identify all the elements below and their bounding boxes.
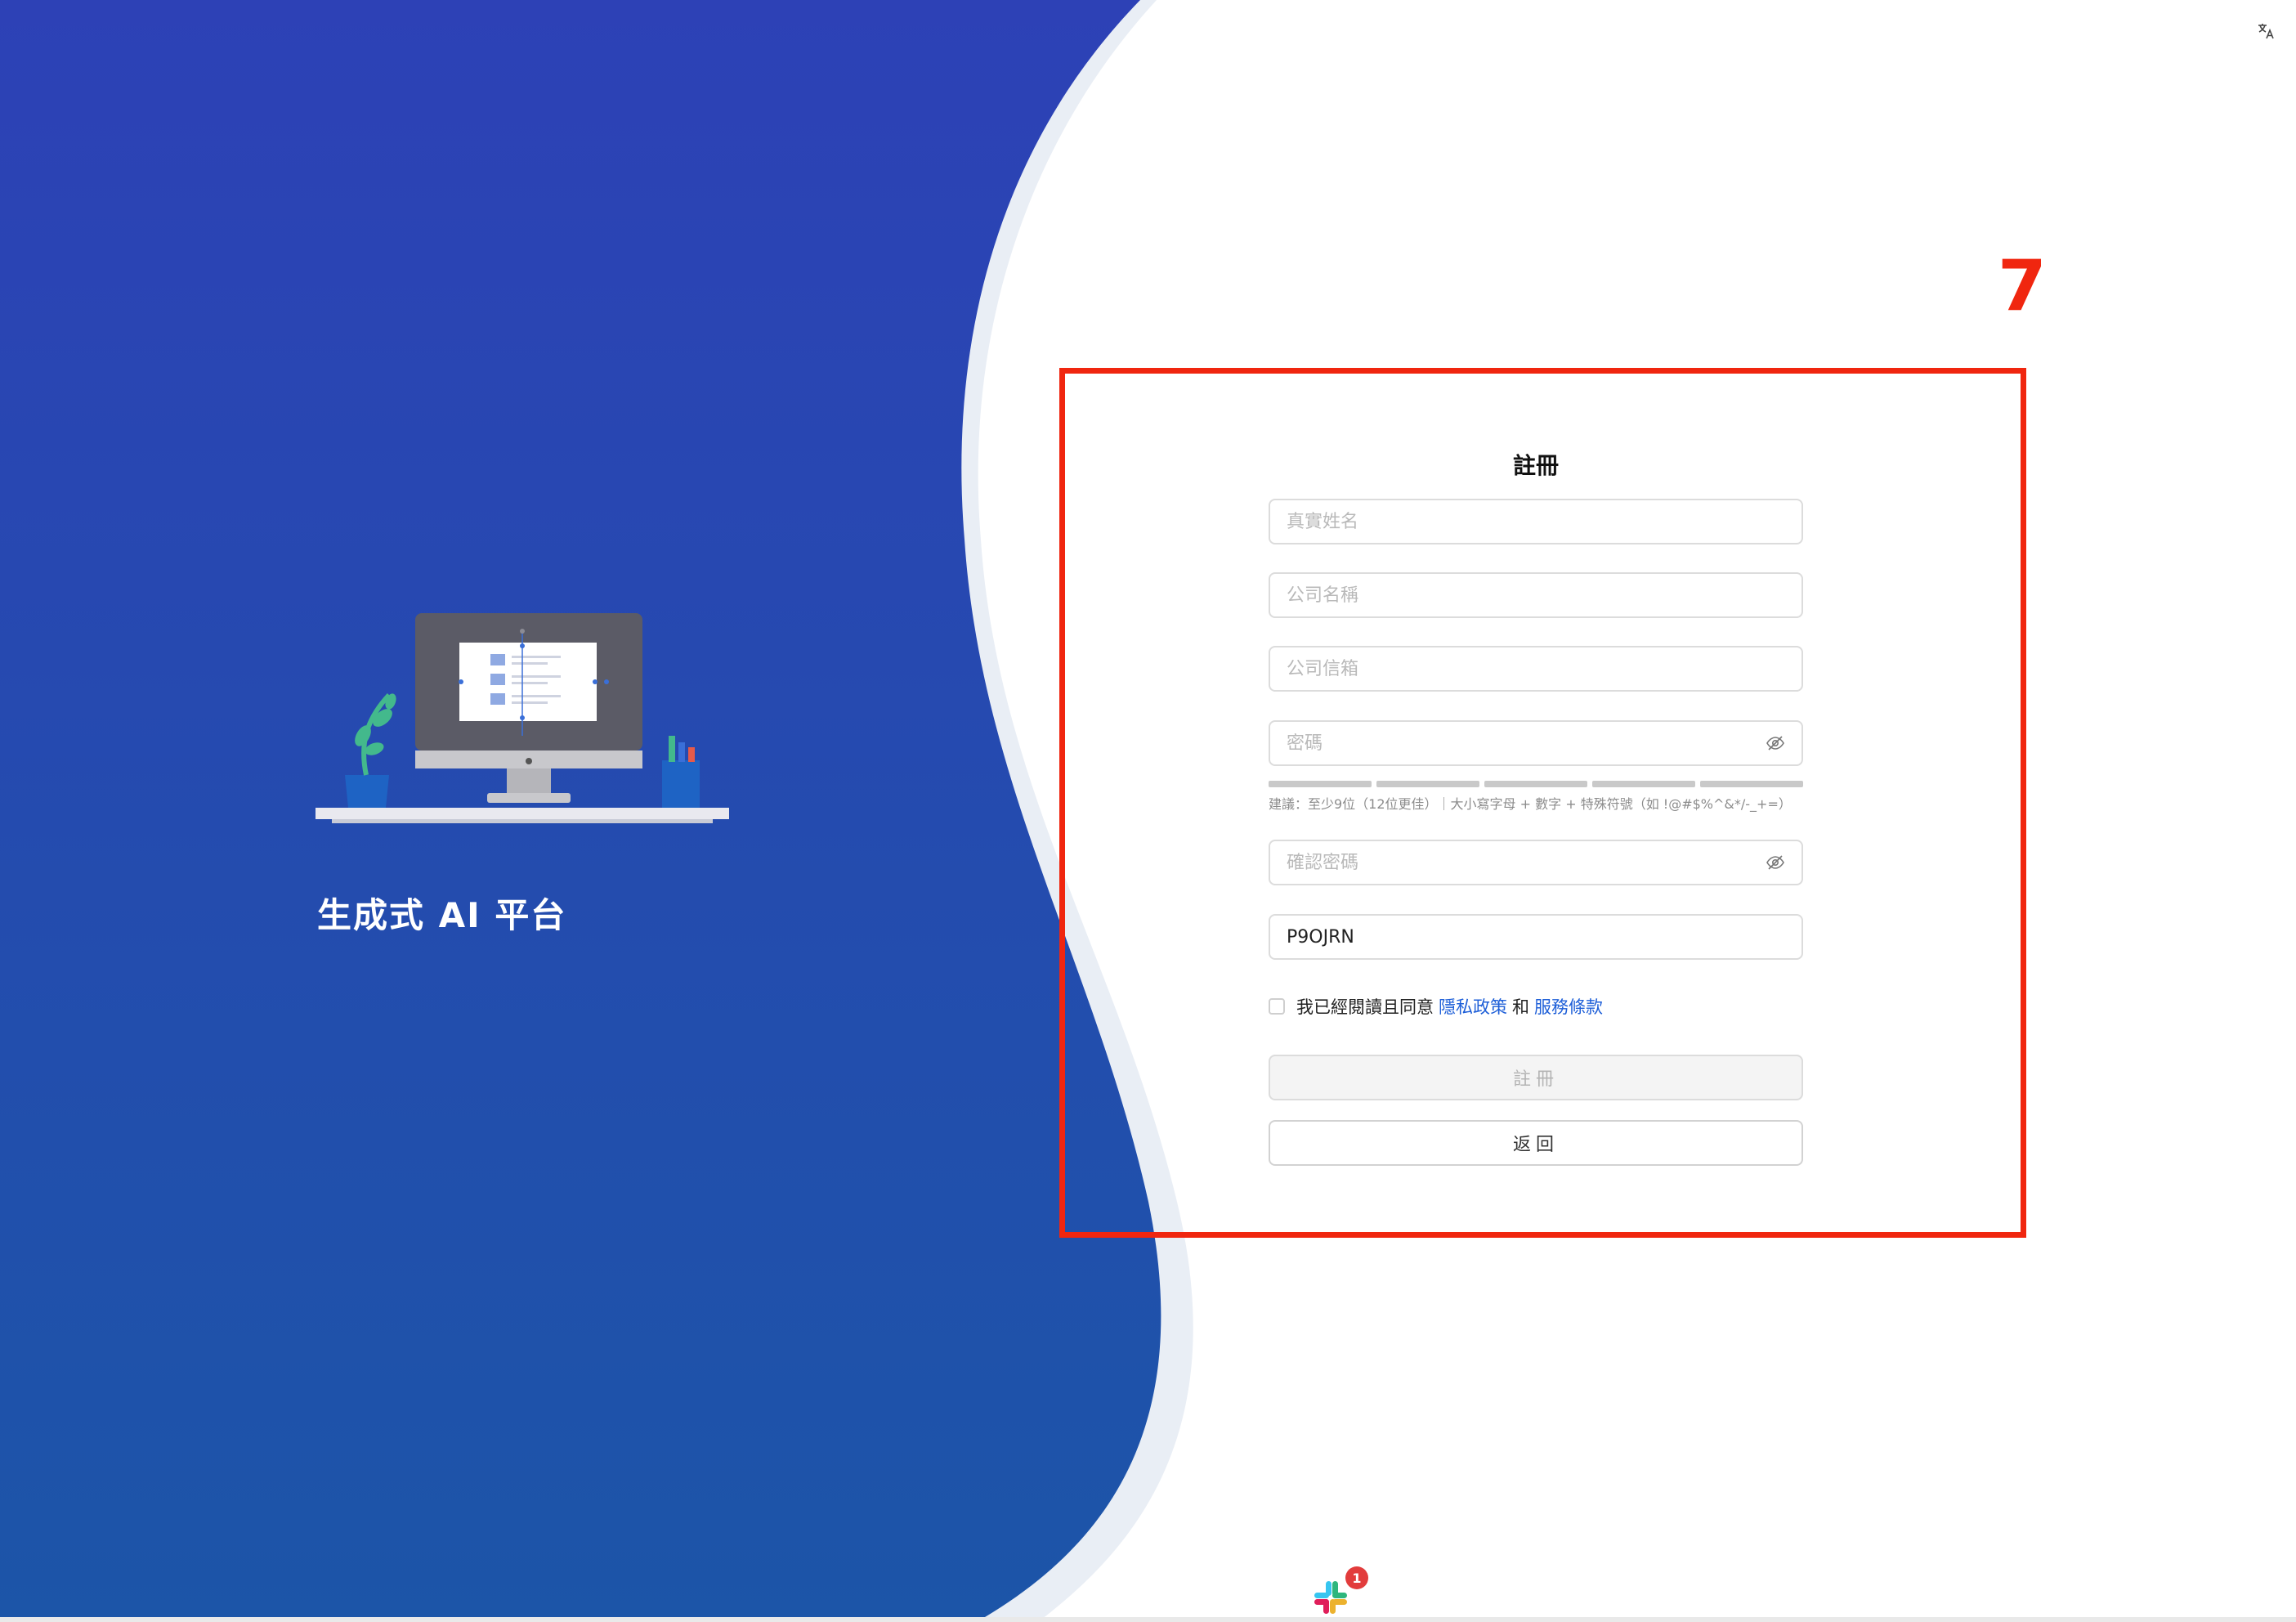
notification-badge: 1: [1345, 1566, 1368, 1589]
company-email-field[interactable]: [1269, 646, 1803, 692]
invite-code-input[interactable]: [1285, 915, 1787, 959]
password-field[interactable]: [1269, 720, 1803, 766]
eye-off-icon[interactable]: [1764, 851, 1787, 874]
eye-off-icon[interactable]: [1764, 732, 1787, 755]
agree-terms-row: 我已經閱讀且同意 隱私政策 和 服務條款: [1269, 994, 1608, 1019]
strength-bar: [1592, 781, 1695, 787]
agree-prefix-text: 我已經閱讀且同意: [1296, 997, 1434, 1017]
agree-checkbox[interactable]: [1269, 998, 1285, 1015]
slack-icon[interactable]: [1311, 1578, 1350, 1617]
registration-page: 生成式 AI 平台 7 註冊 建議：至少9位（12位: [0, 0, 2296, 1622]
register-button[interactable]: 註冊: [1269, 1055, 1803, 1100]
form-title: 註冊: [1512, 452, 1559, 479]
privacy-policy-link[interactable]: 隱私政策: [1439, 994, 1507, 1019]
company-email-input[interactable]: [1285, 647, 1787, 691]
strength-bar: [1700, 781, 1803, 787]
invite-code-field[interactable]: [1269, 914, 1803, 960]
terms-of-service-link[interactable]: 服務條款: [1534, 994, 1603, 1019]
translate-button[interactable]: [2253, 18, 2279, 44]
back-button[interactable]: 返回: [1269, 1120, 1803, 1166]
company-name-input[interactable]: [1285, 573, 1787, 617]
strength-bar: [1376, 781, 1479, 787]
strength-bar: [1484, 781, 1587, 787]
translate-icon: [2258, 24, 2274, 39]
password-input[interactable]: [1285, 721, 1764, 765]
dock-bar: [0, 1617, 2296, 1622]
password-strength-meter: [1269, 781, 1803, 787]
password-hint: 建議：至少9位（12位更佳）｜大小寫字母 + 數字 + 特殊符號（如 !@#$%…: [1269, 796, 1792, 812]
real-name-input[interactable]: [1285, 500, 1787, 544]
confirm-password-field[interactable]: [1269, 840, 1803, 885]
confirm-password-input[interactable]: [1285, 840, 1764, 885]
strength-bar: [1269, 781, 1372, 787]
agree-and-text: 和: [1512, 997, 1529, 1017]
brand-title: 生成式 AI 平台: [317, 895, 567, 935]
annotation-number: 7: [1998, 245, 2047, 327]
desktop-illustration: [316, 613, 729, 823]
company-name-field[interactable]: [1269, 572, 1803, 618]
real-name-field[interactable]: [1269, 499, 1803, 544]
